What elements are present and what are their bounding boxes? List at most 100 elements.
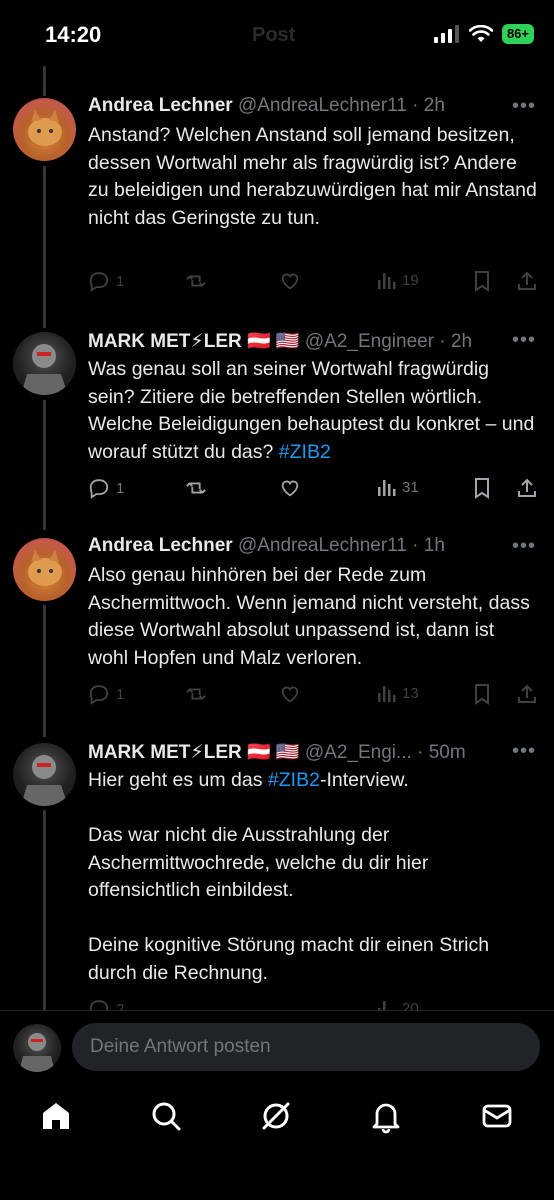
messages-icon xyxy=(482,1104,512,1128)
tweet-time: · 2h xyxy=(412,95,445,116)
author-name[interactable]: MARK MET⚡LER 🇦🇹 🇺🇸 xyxy=(88,331,300,352)
view-count: 31 xyxy=(402,478,419,496)
notifications-icon xyxy=(372,1103,400,1134)
tweet-text: Hier geht es um das #ZIB2-Interview. Das… xyxy=(88,767,538,987)
tweet-text-line: Das war nicht die Ausstrahlung der Asche… xyxy=(88,824,429,901)
retweet-icon xyxy=(186,482,206,494)
robot-avatar[interactable] xyxy=(13,1024,61,1072)
reply-count: 1 xyxy=(116,685,125,703)
views-button[interactable]: 31 xyxy=(376,477,419,497)
bookmark-button[interactable] xyxy=(472,270,492,292)
more-options-icon[interactable]: ••• xyxy=(512,95,536,118)
tweet-text-line: Also genau hinhören bei der Rede zum Asc… xyxy=(88,564,530,669)
tab-notifications[interactable] xyxy=(368,1098,404,1134)
tweet-header: MARK MET⚡LER 🇦🇹 🇺🇸 @A2_Engi... · 50m xyxy=(88,740,534,766)
tweet-actions: 1 31 xyxy=(88,477,538,501)
tweet-header: MARK MET⚡LER 🇦🇹 🇺🇸 @A2_Engineer · 2h xyxy=(88,329,534,355)
thread-line xyxy=(43,66,46,96)
share-button[interactable] xyxy=(516,477,538,499)
view-count: 20 xyxy=(402,999,419,1011)
status-time: 14:20 xyxy=(45,22,102,47)
reply-button[interactable]: 1 xyxy=(88,683,124,705)
cellular-signal-icon xyxy=(433,25,459,43)
views-icon xyxy=(378,480,396,496)
hashtag-link[interactable]: #ZIB2 xyxy=(279,441,331,463)
tweet-actions: 1 19 xyxy=(88,270,538,294)
tweet-time: · 1h xyxy=(412,535,445,556)
reply-count: 1 xyxy=(116,272,125,290)
tweet-header: Andrea Lechner @AndreaLechner11 · 2h xyxy=(88,95,534,121)
author-handle[interactable]: @AndreaLechner11 xyxy=(238,95,407,116)
like-button[interactable] xyxy=(278,270,302,292)
share-icon xyxy=(518,271,536,290)
share-button[interactable] xyxy=(516,683,538,705)
bookmark-button[interactable] xyxy=(472,477,492,499)
tab-bar xyxy=(0,1082,554,1200)
views-button[interactable]: 19 xyxy=(376,270,419,290)
tweet[interactable]: Andrea Lechner @AndreaLechner11 · 1h •••… xyxy=(0,535,554,725)
hashtag-link[interactable]: #ZIB2 xyxy=(268,769,320,791)
robot-avatar[interactable] xyxy=(13,743,76,806)
tab-search[interactable] xyxy=(148,1098,184,1134)
cat-avatar[interactable] xyxy=(13,538,76,601)
bookmark-button[interactable] xyxy=(472,683,492,705)
views-button[interactable]: 20 xyxy=(376,998,419,1010)
reply-button[interactable]: 1 xyxy=(88,477,124,499)
more-options-icon[interactable]: ••• xyxy=(512,740,536,763)
author-handle[interactable]: @AndreaLechner11 xyxy=(238,535,407,556)
tweet-text: Was genau soll an seiner Wortwahl fragwü… xyxy=(88,356,538,466)
views-icon xyxy=(378,686,396,702)
reply-icon xyxy=(89,272,109,292)
bookmark-icon xyxy=(475,271,489,292)
heart-icon xyxy=(281,273,299,290)
cat-avatar[interactable] xyxy=(13,98,76,161)
tab-messages[interactable] xyxy=(479,1098,515,1134)
more-options-icon[interactable]: ••• xyxy=(512,535,536,558)
more-options-icon[interactable]: ••• xyxy=(512,329,536,352)
tweet-actions: 1 13 xyxy=(88,683,538,707)
reply-input[interactable]: Deine Antwort posten xyxy=(72,1023,540,1071)
tweet-time: · 50m xyxy=(417,742,466,763)
author-name[interactable]: Andrea Lechner xyxy=(88,95,233,116)
bookmark-icon xyxy=(475,478,489,499)
share-icon xyxy=(518,684,536,703)
view-count: 13 xyxy=(402,684,419,702)
like-button[interactable] xyxy=(278,477,302,499)
share-icon xyxy=(518,478,536,497)
tweet[interactable]: Andrea Lechner @AndreaLechner11 · 2h •••… xyxy=(0,95,554,305)
tab-grok[interactable] xyxy=(258,1098,294,1134)
views-icon xyxy=(378,1001,386,1010)
wifi-icon xyxy=(468,25,493,42)
share-button[interactable] xyxy=(516,270,538,292)
tweet-text-line: Anstand? Welchen Anstand soll jemand bes… xyxy=(88,124,537,229)
tweet-text-line: Hier geht es um das xyxy=(88,769,268,791)
home-icon xyxy=(43,1103,69,1129)
views-icon xyxy=(378,273,396,289)
tweet-text: Also genau hinhören bei der Rede zum Asc… xyxy=(88,562,538,672)
grok-icon xyxy=(262,1102,290,1130)
tweet-time: · 2h xyxy=(439,331,473,352)
author-name[interactable]: Andrea Lechner xyxy=(88,535,233,556)
reply-button[interactable]: 1 xyxy=(88,270,124,292)
tweet[interactable]: MARK MET⚡LER 🇦🇹 🇺🇸 @A2_Engineer · 2h •••… xyxy=(0,329,554,519)
robot-avatar[interactable] xyxy=(13,332,76,395)
views-button[interactable]: 13 xyxy=(376,683,419,703)
tweet[interactable]: MARK MET⚡LER 🇦🇹 🇺🇸 @A2_Engi... · 50m •••… xyxy=(0,740,554,1010)
tab-home[interactable] xyxy=(38,1098,74,1134)
reply-button[interactable]: 2 xyxy=(88,998,124,1010)
author-name[interactable]: MARK MET⚡LER 🇦🇹 🇺🇸 xyxy=(88,742,300,763)
retweet-button[interactable] xyxy=(184,683,208,705)
retweet-icon xyxy=(186,688,206,700)
reply-placeholder: Deine Antwort posten xyxy=(90,1036,271,1057)
author-handle[interactable]: @A2_Engineer xyxy=(305,331,434,352)
retweet-button[interactable] xyxy=(184,477,208,499)
like-button[interactable] xyxy=(278,683,302,705)
tweet-actions: 2 20 xyxy=(88,998,538,1010)
status-bar: 14:20 Post 86+ xyxy=(0,0,554,70)
reply-count: 2 xyxy=(116,1000,125,1011)
page-title: Post xyxy=(252,24,296,46)
tweet-text: Anstand? Welchen Anstand soll jemand bes… xyxy=(88,122,538,232)
author-handle[interactable]: @A2_Engi... xyxy=(305,742,412,763)
reply-icon xyxy=(89,1000,109,1010)
retweet-button[interactable] xyxy=(184,270,208,292)
